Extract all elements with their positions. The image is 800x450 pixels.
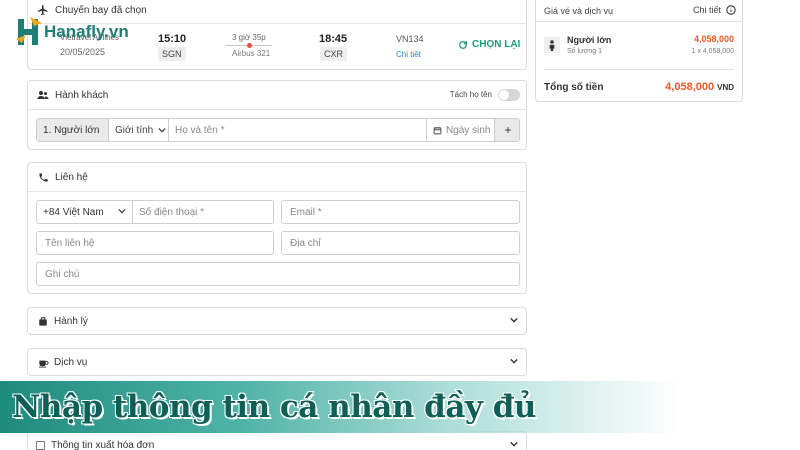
- services-title: Dịch vụ: [54, 356, 88, 368]
- suitcase-icon: [36, 314, 50, 328]
- invoice-checkbox[interactable]: [36, 440, 45, 450]
- info-icon: [726, 5, 736, 15]
- address-placeholder: Địa chỉ: [290, 237, 321, 249]
- caption-text: Nhập thông tin cá nhân đầy đủ: [11, 388, 537, 426]
- divider: [536, 21, 742, 22]
- users-icon: [36, 88, 50, 102]
- chevron-down-icon: [510, 441, 518, 447]
- invoice-section[interactable]: Thông tin xuất hóa đơn: [27, 431, 527, 450]
- fullname-input[interactable]: Họ và tên *: [169, 119, 427, 141]
- logo-text: Hanafly.vn: [44, 22, 129, 41]
- chevron-down-icon: [510, 317, 518, 323]
- arrive-code: CXR: [320, 47, 348, 61]
- country-code-label: +84 Việt Nam: [43, 206, 104, 218]
- flight-detail-link[interactable]: Chi tiết: [396, 50, 421, 59]
- depart-code: SGN: [158, 47, 186, 61]
- invoice-title: Thông tin xuất hóa đơn: [51, 439, 155, 450]
- arrive-time: 18:45: [319, 33, 348, 45]
- baggage-section[interactable]: Hành lý: [27, 307, 527, 335]
- gender-select-label: Giới tính: [115, 124, 154, 136]
- summary-detail-toggle[interactable]: Chi tiết: [693, 5, 736, 15]
- divider: [544, 69, 734, 70]
- divider: [28, 191, 526, 192]
- phone-input[interactable]: Số điện thoại *: [133, 201, 273, 223]
- email-input[interactable]: Email *: [281, 200, 520, 224]
- chevron-down-icon: [510, 358, 518, 364]
- contact-section-title: Liên hệ: [55, 171, 88, 183]
- reselect-button[interactable]: CHỌN LẠI: [458, 39, 520, 50]
- coffee-icon: [36, 355, 50, 369]
- total-label: Tổng số tiền: [544, 82, 604, 93]
- chevron-down-icon: [118, 208, 126, 214]
- passenger-type: Người lớn: [567, 35, 612, 45]
- unit-price: 1 x 4,058,000: [691, 48, 734, 55]
- contact-name-input[interactable]: Tên liên hệ: [36, 231, 274, 255]
- passenger-price: 4,058,000: [693, 34, 734, 44]
- note-placeholder: Ghi chú: [45, 268, 80, 280]
- reselect-label: CHỌN LẠI: [472, 39, 521, 50]
- gender-select[interactable]: Giới tính: [109, 119, 169, 141]
- address-input[interactable]: Địa chỉ: [281, 231, 520, 255]
- route-dot: [247, 43, 252, 48]
- passenger-row: 1. Người lớn Giới tính Họ và tên * Ngày …: [36, 118, 520, 142]
- logo-icon: [16, 17, 42, 45]
- phone-group: +84 Việt Nam Số điện thoại *: [36, 200, 274, 224]
- note-input[interactable]: Ghi chú: [36, 262, 520, 286]
- dob-placeholder: Ngày sinh: [446, 124, 491, 136]
- passenger-card: Hành khách Tách họ tên 1. Người lớn Giới…: [27, 80, 527, 150]
- brand-logo: Hanafly.vn: [16, 12, 129, 52]
- total-currency: VND: [717, 83, 734, 92]
- split-name-label: Tách họ tên: [449, 90, 492, 99]
- toggle-knob: [499, 90, 509, 100]
- split-name-toggle[interactable]: [498, 89, 520, 101]
- refresh-icon: [458, 40, 468, 50]
- country-code-select[interactable]: +84 Việt Nam: [37, 201, 133, 223]
- baggage-title: Hành lý: [54, 315, 88, 327]
- contact-name-placeholder: Tên liên hệ: [45, 237, 95, 249]
- price-summary-card: Giá vé và dịch vụ Chi tiết Người lớn Số …: [535, 0, 743, 102]
- add-passenger-button[interactable]: +: [495, 119, 519, 141]
- email-placeholder: Email *: [290, 206, 322, 218]
- contact-card: Liên hệ +84 Việt Nam Số điện thoại * Ema…: [27, 162, 527, 294]
- passenger-quantity: Số lượng 1: [567, 48, 602, 55]
- adult-icon: [544, 37, 560, 53]
- contact-section-header: Liên hệ: [28, 163, 526, 191]
- flight-number: VN134: [396, 34, 424, 44]
- aircraft-type: Airbus 321: [232, 49, 271, 58]
- total-value: 4,058,000: [665, 81, 715, 93]
- flight-duration: 3 giờ 35p: [232, 33, 266, 42]
- passenger-section-title: Hành khách: [55, 89, 109, 101]
- chevron-down-icon: [158, 127, 166, 133]
- services-section[interactable]: Dịch vụ: [27, 348, 527, 376]
- total-amount: 4,058,000 VND: [665, 81, 734, 93]
- dob-input[interactable]: Ngày sinh: [427, 119, 495, 141]
- summary-detail-label: Chi tiết: [692, 5, 721, 15]
- summary-title: Giá vé và dịch vụ: [544, 6, 614, 16]
- depart-time: 15:10: [158, 33, 187, 45]
- divider: [28, 109, 526, 110]
- passenger-type-label: 1. Người lớn: [37, 119, 109, 141]
- calendar-icon: [433, 126, 442, 135]
- phone-icon: [36, 170, 50, 184]
